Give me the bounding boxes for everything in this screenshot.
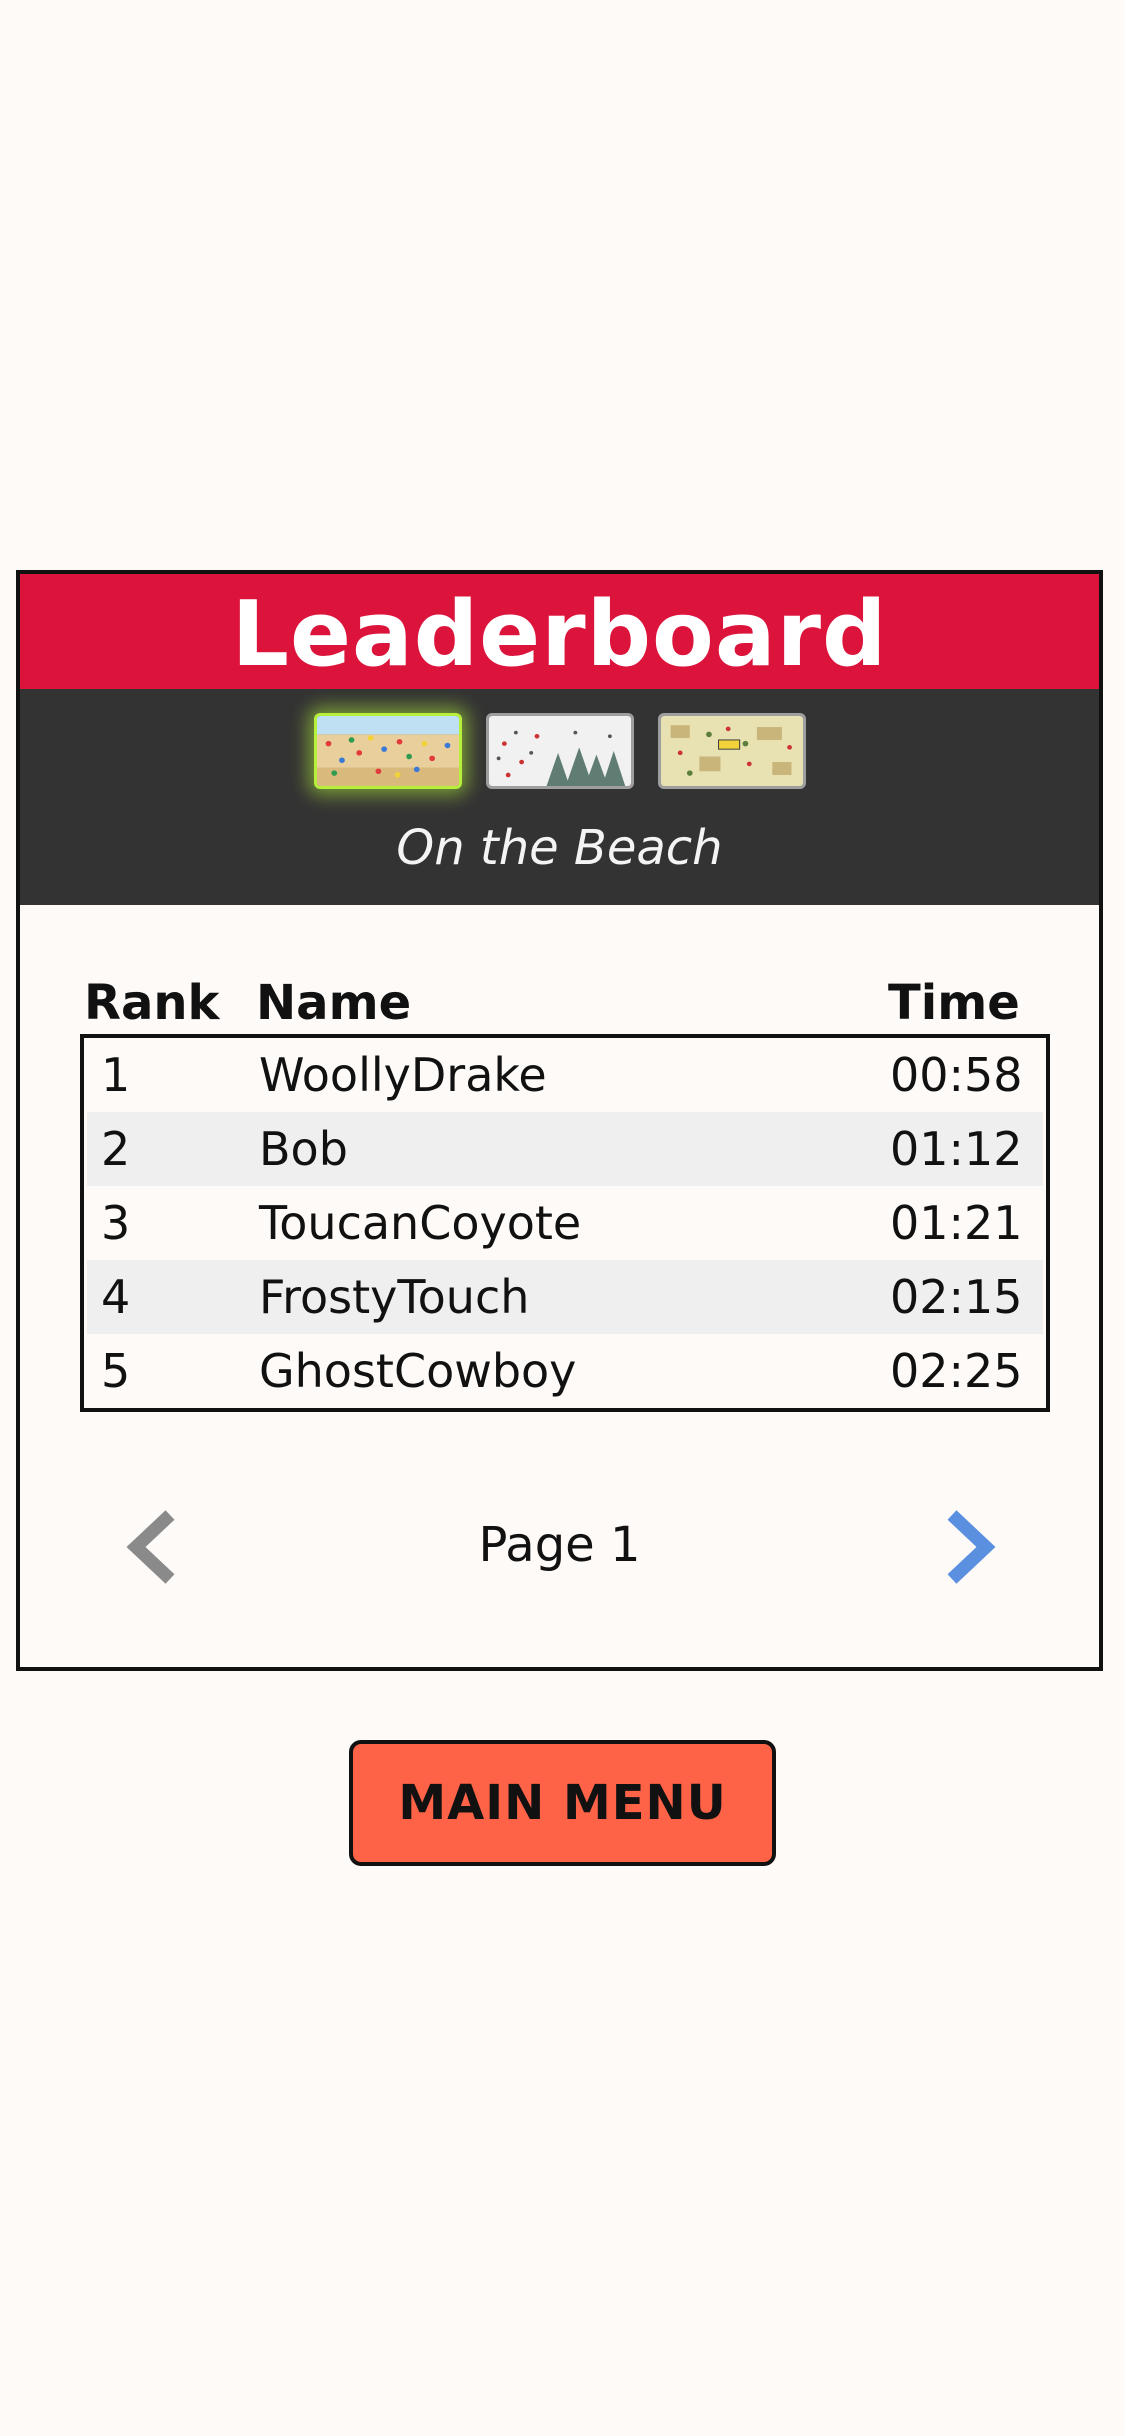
town-scene-icon xyxy=(660,716,803,786)
town-level-thumbnail[interactable] xyxy=(657,713,806,789)
name-cell: WoollyDrake xyxy=(259,1048,547,1102)
rank-cell: 3 xyxy=(101,1196,131,1250)
time-cell: 02:25 xyxy=(890,1344,1023,1398)
level-selector: On the Beach xyxy=(20,689,1099,905)
time-cell: 01:12 xyxy=(890,1122,1023,1176)
table-row: 2 Bob 01:12 xyxy=(87,1112,1043,1186)
scores-table: 1 WoollyDrake 00:58 2 Bob 01:12 3 Toucan… xyxy=(80,1034,1050,1412)
name-cell: GhostCowboy xyxy=(259,1344,577,1398)
column-header-time: Time xyxy=(888,975,1020,1031)
rank-cell: 5 xyxy=(101,1344,131,1398)
time-cell: 01:21 xyxy=(890,1196,1023,1250)
table-row: 1 WoollyDrake 00:58 xyxy=(87,1038,1043,1112)
leaderboard-panel: Leaderboard On the Beach Rank Name Time … xyxy=(16,570,1103,1671)
name-cell: Bob xyxy=(259,1122,348,1176)
snow-level-thumbnail[interactable] xyxy=(485,713,634,789)
name-cell: FrostyTouch xyxy=(259,1270,530,1324)
pagination: Page 1 xyxy=(20,1499,1099,1589)
beach-level-thumbnail[interactable] xyxy=(313,713,462,789)
chevron-right-icon xyxy=(947,1510,996,1584)
column-header-name: Name xyxy=(256,975,412,1031)
rank-cell: 2 xyxy=(101,1122,131,1176)
table-row: 4 FrostyTouch 02:15 xyxy=(87,1260,1043,1334)
rank-cell: 1 xyxy=(101,1048,131,1102)
rank-cell: 4 xyxy=(101,1270,131,1324)
name-cell: ToucanCoyote xyxy=(259,1196,582,1250)
leaderboard-title: Leaderboard xyxy=(231,581,888,687)
current-level-name: On the Beach xyxy=(396,820,723,876)
main-menu-button[interactable]: MAIN MENU xyxy=(349,1740,776,1866)
leaderboard-header: Leaderboard xyxy=(20,574,1099,689)
time-cell: 00:58 xyxy=(890,1048,1023,1102)
column-header-rank: Rank xyxy=(84,975,220,1031)
next-page-button[interactable] xyxy=(932,1509,1002,1585)
table-row: 3 ToucanCoyote 01:21 xyxy=(87,1186,1043,1260)
table-row: 5 GhostCowboy 02:25 xyxy=(87,1334,1043,1408)
level-thumbnails xyxy=(20,713,1099,789)
time-cell: 02:15 xyxy=(890,1270,1023,1324)
beach-scene-icon xyxy=(316,716,459,786)
snow-scene-icon xyxy=(488,716,631,786)
